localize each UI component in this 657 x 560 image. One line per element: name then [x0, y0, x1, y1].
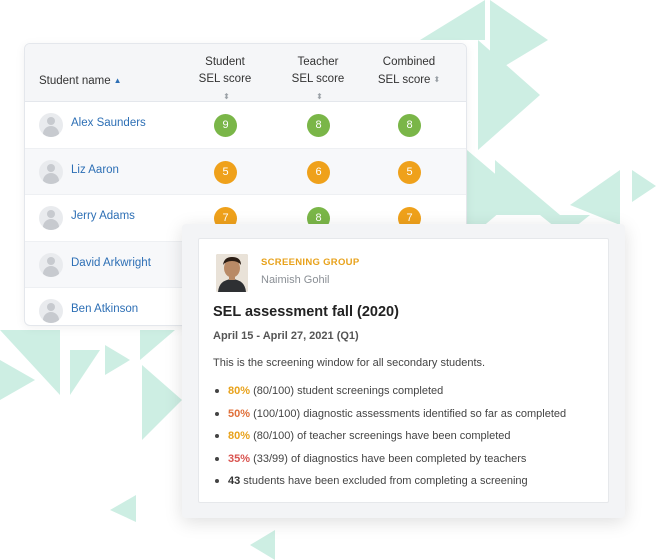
item-text: (80/100) student screenings completed — [250, 385, 444, 397]
screening-window-card: SCREENING GROUP Naimish Gohil SEL assess… — [198, 238, 609, 503]
column-header-student-sel-score[interactable]: Student SEL score⬍ — [195, 54, 255, 106]
column-header-teacher-sel-score[interactable]: Teacher SEL score⬍ — [288, 54, 348, 106]
list-item: 50% (100/100) diagnostic assessments ide… — [213, 407, 603, 430]
avatar — [39, 159, 63, 184]
column-header-student-name[interactable]: Student name ▲ — [39, 72, 122, 90]
column-header-label: SEL score — [291, 73, 345, 85]
student-name-link[interactable]: Ben Atkinson — [71, 303, 138, 315]
item-text: (80/100) of teacher screenings have been… — [250, 430, 511, 442]
column-header-combined-sel-score[interactable]: Combined SEL score ⬍ — [377, 54, 441, 89]
teacher-score-badge: 6 — [307, 160, 330, 184]
column-header-label: Student name — [39, 75, 111, 87]
list-item: 35% (33/99) of diagnostics have been com… — [213, 452, 603, 475]
column-header-label: SEL score — [377, 74, 431, 86]
list-item: 43 students have been excluded from comp… — [213, 474, 603, 497]
count: 43 — [228, 475, 241, 487]
table-header: Student name ▲ Student SEL score⬍ Teacher… — [25, 44, 466, 102]
percentage: 50% — [228, 407, 251, 420]
person-photo — [216, 254, 248, 292]
avatar — [39, 206, 63, 230]
column-header-label: Teacher — [297, 56, 339, 68]
table-row[interactable]: Liz Aaron 5 6 5 — [25, 148, 466, 195]
teacher-score-badge: 8 — [307, 114, 330, 137]
column-header-label: SEL score — [198, 73, 252, 85]
avatar — [39, 113, 63, 137]
student-score-badge: 5 — [214, 160, 237, 184]
item-text: (100/100) diagnostic assessments identif… — [250, 407, 567, 420]
avatar — [39, 252, 63, 277]
column-header-label: Combined — [382, 56, 436, 68]
description: This is the screening window for all sec… — [213, 357, 486, 369]
student-score-badge: 9 — [214, 114, 237, 137]
item-text: (33/99) of diagnostics have been complet… — [250, 452, 527, 465]
student-name-link[interactable]: Jerry Adams — [71, 210, 135, 222]
item-text: students have been excluded from complet… — [240, 475, 528, 487]
combined-score-badge: 5 — [398, 160, 421, 184]
percentage: 80% — [228, 430, 251, 442]
assessment-title: SEL assessment fall (2020) — [213, 304, 399, 320]
student-name-link[interactable]: Liz Aaron — [71, 164, 119, 176]
table-row[interactable]: Alex Saunders 9 8 8 — [25, 102, 466, 149]
sort-icon[interactable]: ⬍ — [433, 71, 440, 88]
screening-window-popup: SCREENING GROUP Naimish Gohil SEL assess… — [182, 224, 625, 518]
list-item: 80% (80/100) of teacher screenings have … — [213, 429, 603, 452]
sort-ascending-icon[interactable]: ▲ — [114, 72, 122, 89]
screening-group-label: SCREENING GROUP — [261, 257, 360, 268]
progress-list: 80% (80/100) student screenings complete… — [213, 384, 603, 497]
percentage: 80% — [228, 385, 251, 397]
date-range: April 15 - April 27, 2021 (Q1) — [213, 330, 359, 342]
person-name: Naimish Gohil — [261, 274, 330, 286]
percentage: 35% — [228, 452, 251, 465]
student-name-link[interactable]: Alex Saunders — [71, 117, 146, 129]
combined-score-badge: 8 — [398, 114, 421, 137]
student-name-link[interactable]: David Arkwright — [71, 257, 151, 269]
list-item: 80% (80/100) student screenings complete… — [213, 384, 603, 407]
avatar — [39, 299, 63, 323]
column-header-label: Student — [205, 56, 245, 68]
